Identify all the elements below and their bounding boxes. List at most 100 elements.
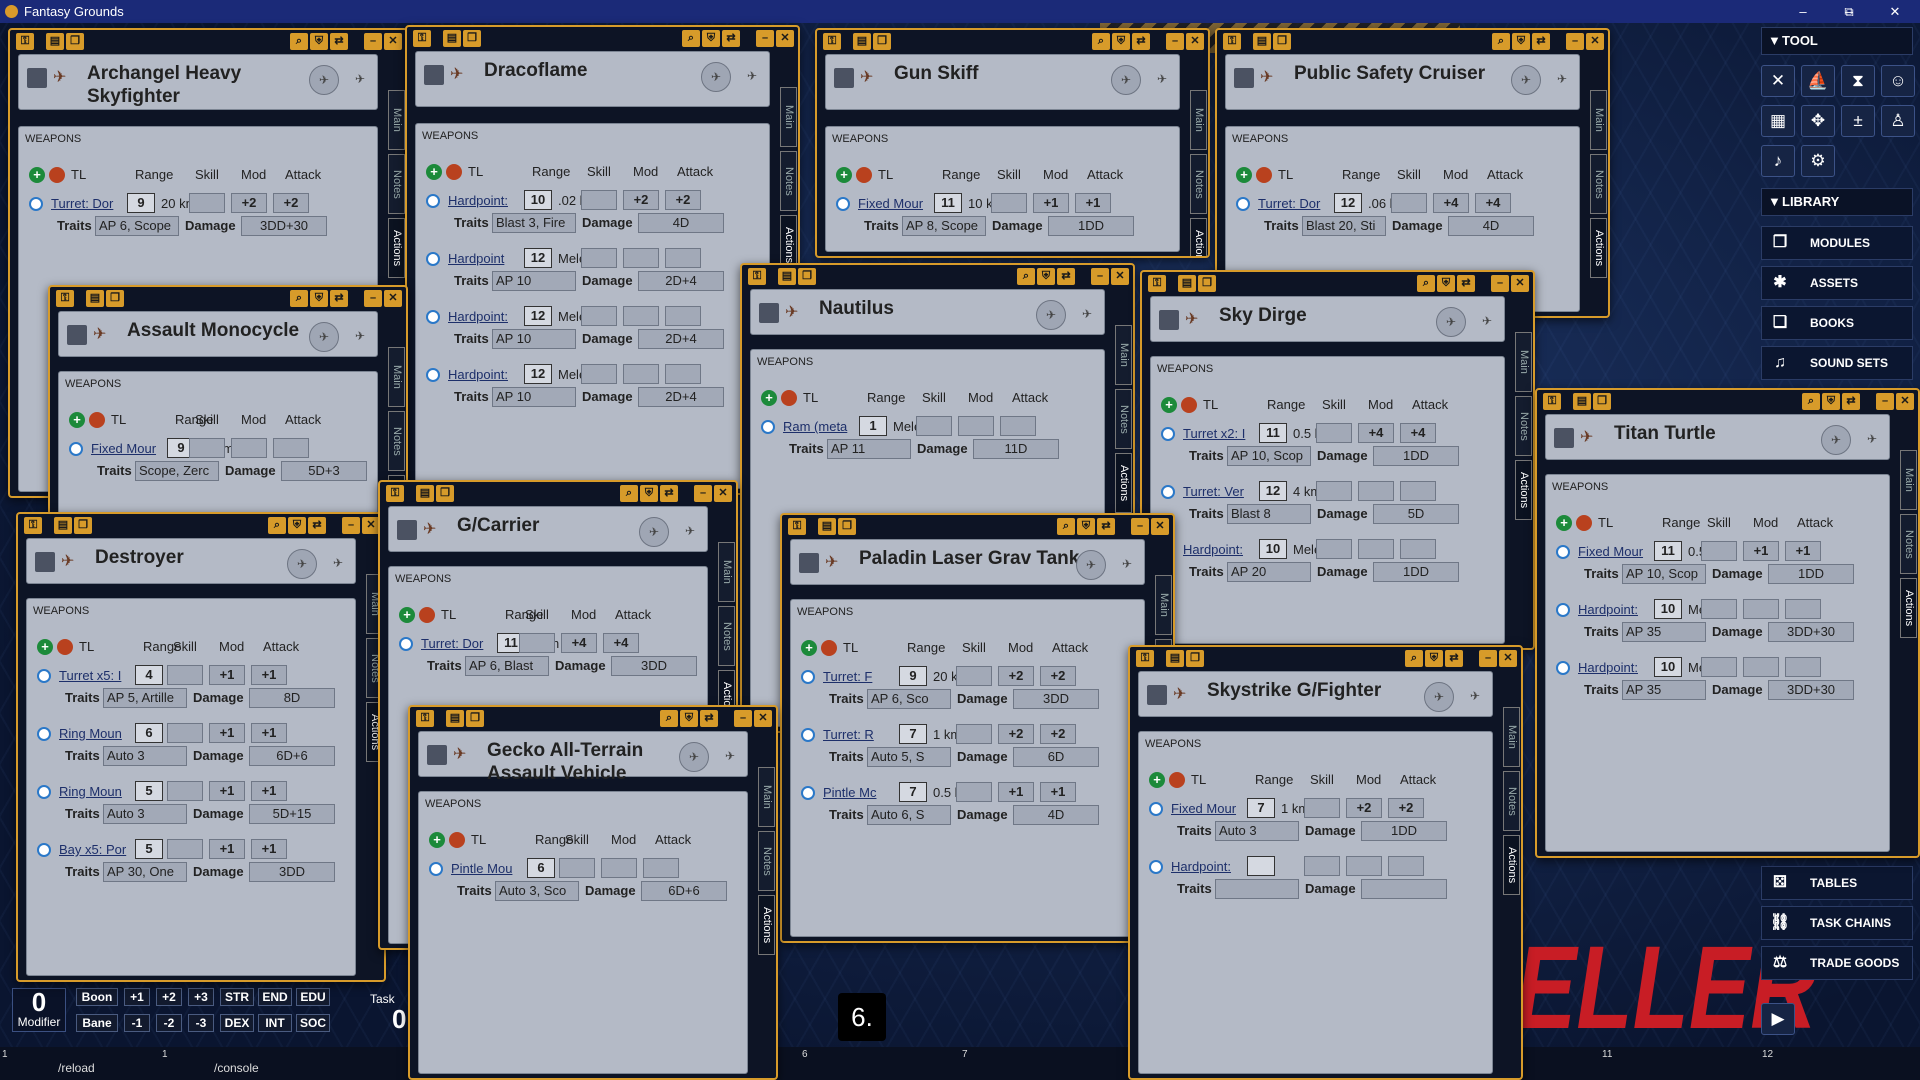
search-icon[interactable]: ⌕ [1017,268,1035,285]
token-icon[interactable]: ✈ [309,65,339,95]
damage-field[interactable]: 3DD [249,862,335,882]
tab-notes[interactable]: Notes [1190,154,1207,214]
tab-notes[interactable]: Notes [1515,396,1532,456]
add-weapon-icon[interactable]: + [429,832,445,848]
tab-main[interactable]: Main [1590,90,1607,150]
mod-field[interactable]: +2 [623,190,659,210]
attack-field[interactable] [1388,856,1424,876]
share-icon[interactable]: ⇄ [700,710,718,727]
minimize-icon[interactable]: – [694,485,712,502]
tab-notes[interactable]: Notes [1503,771,1520,831]
attack-field[interactable]: +1 [1785,541,1821,561]
weapon-name-link[interactable]: Hardpoint: [448,309,518,324]
lock-toggle-icon[interactable] [424,65,444,85]
weapon-tl[interactable]: 10 [524,190,552,210]
weapon-name-link[interactable]: Hardpoint: [1183,542,1253,557]
weapon-roll-icon[interactable] [426,252,440,266]
weapon-tl[interactable]: 12 [1334,193,1362,213]
lock-toggle-icon[interactable] [35,552,55,572]
lock-icon[interactable]: ⚿ [416,710,434,727]
mod-field[interactable]: +2 [998,666,1034,686]
link-icon[interactable]: ▤ [54,517,72,534]
weapon-roll-icon[interactable] [1556,661,1570,675]
token-icon[interactable]: ✈ [679,742,709,772]
attack-field[interactable] [665,306,701,326]
mod-field[interactable] [623,306,659,326]
token-icon[interactable]: ✈ [323,549,353,579]
calendar-tool-icon[interactable]: ▦ [1761,105,1795,137]
mod-field[interactable]: +2 [998,724,1034,744]
skill-field[interactable] [991,193,1027,213]
weapon-name-link[interactable]: Bay x5: Por [59,842,129,857]
link-icon[interactable]: ▤ [46,33,64,50]
damage-field[interactable]: 4D [638,213,724,233]
weapon-name-link[interactable]: Hardpoint [448,251,518,266]
attack-field[interactable]: +2 [1040,666,1076,686]
weapon-tl[interactable]: 1 [859,416,887,436]
share-icon[interactable]: ⇄ [660,485,678,502]
target-tool-icon[interactable]: ✥ [1801,105,1835,137]
minimize-icon[interactable]: – [1166,33,1184,50]
skill-field[interactable] [1316,539,1352,559]
token-icon[interactable]: ✈ [287,549,317,579]
lock-icon[interactable]: ⚿ [748,268,766,285]
close-icon[interactable]: ✕ [1111,268,1129,285]
weapon-tl[interactable]: 12 [524,364,552,384]
lock-toggle-icon[interactable] [1159,310,1179,330]
close-icon[interactable]: ✕ [776,30,794,47]
padlock-icon[interactable]: ⛨ [680,710,698,727]
attack-field[interactable]: +4 [603,633,639,653]
traits-field[interactable]: AP 10 [492,329,576,349]
minimize-icon[interactable]: – [1091,268,1109,285]
damage-field[interactable]: 5D+15 [249,804,335,824]
weapon-name-link[interactable]: Pintle Mc [823,785,893,800]
minimize-icon[interactable]: – [1479,650,1497,667]
mod-field[interactable] [958,416,994,436]
minimize-icon[interactable]: – [1876,393,1894,410]
tab-actions[interactable]: Actions [1590,218,1607,278]
token-icon[interactable]: ✈ [309,322,339,352]
mod-field[interactable] [601,858,637,878]
padlock-icon[interactable]: ⛨ [640,485,658,502]
add-weapon-icon[interactable]: + [836,167,852,183]
weapon-roll-icon[interactable] [801,670,815,684]
padlock-icon[interactable]: ⛨ [1425,650,1443,667]
close-icon[interactable]: ✕ [754,710,772,727]
modifier-box[interactable]: 0 Modifier [12,988,66,1032]
token-icon[interactable]: ✈ [1036,300,1066,330]
search-icon[interactable]: ⌕ [268,517,286,534]
tab-main[interactable]: Main [1155,575,1172,635]
mod-field[interactable]: +1 [1743,541,1779,561]
weapon-tl[interactable]: 4 [135,665,163,685]
minimize-icon[interactable]: – [1566,33,1584,50]
damage-field[interactable]: 1DD [1361,821,1447,841]
weapon-tl[interactable]: 7 [899,724,927,744]
damage-field[interactable]: 4D [1013,805,1099,825]
lock-icon[interactable]: ⚿ [788,518,806,535]
attack-field[interactable]: +1 [251,665,287,685]
skill-field[interactable] [581,190,617,210]
minimize-button-2[interactable]: – [1780,0,1826,23]
weapon-roll-icon[interactable] [836,197,850,211]
skill-field[interactable] [1316,423,1352,443]
share-icon[interactable]: ⇄ [722,30,740,47]
close-icon[interactable]: ✕ [1586,33,1604,50]
weapon-name-link[interactable]: Turret x2: I [1183,426,1253,441]
add-weapon-icon[interactable]: + [1149,772,1165,788]
weapon-roll-icon[interactable] [426,310,440,324]
die-result[interactable]: 6. [838,993,886,1041]
stat-edu-button[interactable]: EDU [296,988,330,1006]
weapon-roll-icon[interactable] [1556,545,1570,559]
mod-field[interactable]: +1 [998,782,1034,802]
mod-field[interactable]: +1 [209,665,245,685]
combat-tool-icon[interactable]: ✕ [1761,65,1795,97]
library-modules-button[interactable]: ❐ MODULES [1761,226,1913,260]
weapon-name-link[interactable]: Turret x5: I [59,668,129,683]
weapon-tl[interactable]: 6 [527,858,555,878]
weapon-name-link[interactable]: Ring Moun [59,726,129,741]
skill-field[interactable] [189,193,225,213]
weapon-tl[interactable]: 10 [1259,539,1287,559]
weapon-tl[interactable]: 7 [1247,798,1275,818]
token-icon[interactable]: ✈ [1472,307,1502,337]
attack-field[interactable]: +1 [251,723,287,743]
